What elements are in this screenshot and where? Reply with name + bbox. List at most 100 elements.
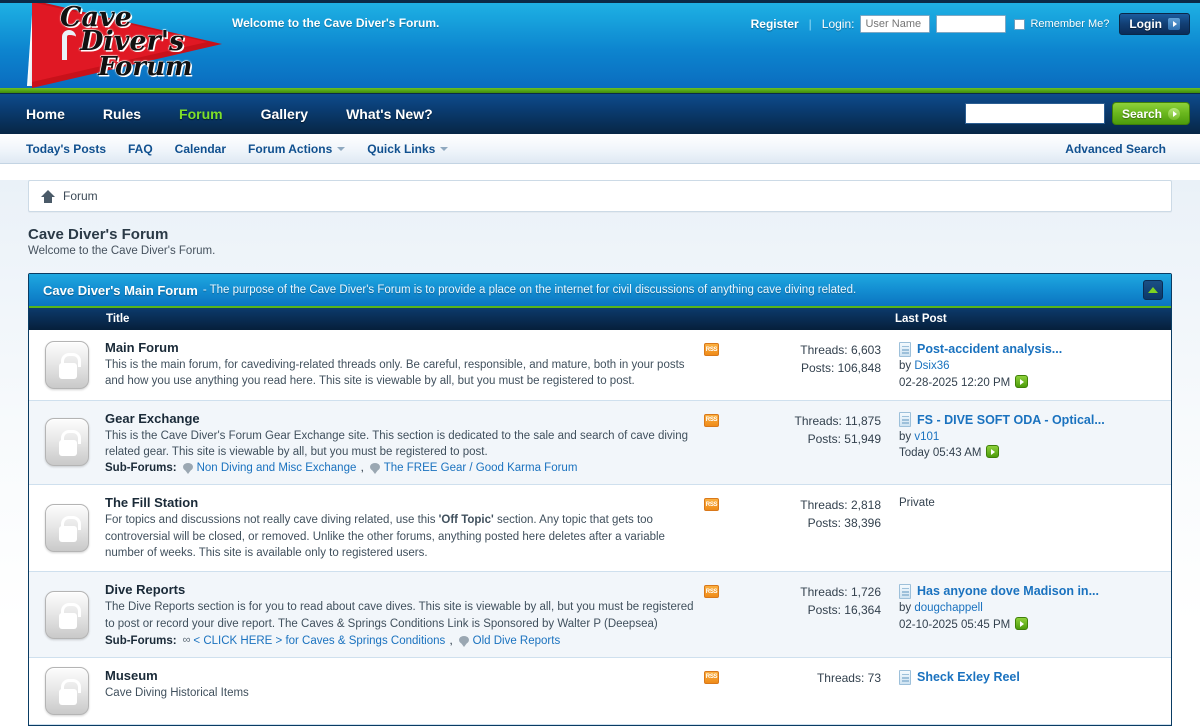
search-button[interactable]: Search — [1111, 102, 1190, 125]
subnav-item-calendar: Calendar — [175, 142, 226, 156]
page-subtitle: Welcome to the Cave Diver's Forum. — [28, 245, 216, 257]
login-label: Login: — [821, 17, 855, 31]
rss-icon[interactable]: RSS — [704, 670, 719, 684]
forum-status-cell — [29, 401, 105, 485]
last-post-author-link[interactable]: Dsix36 — [914, 360, 949, 372]
forum-info-cell: Museum Cave Diving Historical Items — [105, 658, 704, 724]
advanced-search-link[interactable]: Advanced Search — [1065, 142, 1166, 156]
post-count: Posts: 51,949 — [807, 431, 881, 446]
post-count: Posts: 106,848 — [800, 361, 881, 375]
welcome-message: Welcome to the Cave Diver's Forum. — [232, 16, 440, 30]
last-post-cell: Private — [891, 485, 1171, 571]
subnav-item-quick-links: Quick Links — [367, 141, 449, 156]
go-to-last-post-icon[interactable] — [1015, 617, 1029, 631]
last-post-date-row: 02-28-2025 12:20 PM — [899, 374, 1163, 392]
nav-item-rules[interactable]: Rules — [103, 106, 141, 122]
document-icon — [899, 669, 911, 685]
subforum-link[interactable]: < CLICK HERE > for Caves & Springs Condi… — [193, 635, 445, 647]
nav-item-forum[interactable]: Forum — [179, 106, 223, 122]
last-post-date: 02-28-2025 12:20 PM — [899, 376, 1011, 389]
forum-title-link[interactable]: Dive Reports — [105, 582, 694, 597]
subforum-list: Sub-Forums: Non Diving and Misc Exchange … — [105, 462, 578, 475]
thread-count: Threads: 2,818 — [800, 498, 881, 513]
arrow-right-icon — [1168, 18, 1180, 30]
logo-flag-shape-inner — [32, 3, 207, 82]
last-post-title-link[interactable]: Sheck Exley Reel — [917, 668, 1020, 686]
subforum-link[interactable]: Old Dive Reports — [473, 635, 561, 647]
lock-icon — [45, 340, 89, 389]
rss-icon[interactable]: RSS — [704, 585, 719, 599]
thread-count: Threads: 11,875 — [794, 413, 881, 428]
last-post-author-link[interactable]: dougchappell — [914, 602, 982, 614]
thread-count: Threads: 1,726 — [800, 585, 881, 600]
register-link[interactable]: Register — [751, 17, 799, 31]
forum-title-link[interactable]: Gear Exchange — [105, 411, 694, 426]
go-to-last-post-icon[interactable] — [986, 445, 1000, 459]
forum-info-cell: Gear Exchange This is the Cave Diver's Fo… — [105, 401, 704, 485]
last-post-date-row: Today 05:43 AM — [899, 445, 1163, 462]
post-count: Posts: 16,364 — [807, 603, 881, 618]
forum-description: This is the main forum, for cavediving-r… — [105, 359, 685, 388]
login-button-label: Login — [1129, 17, 1162, 31]
speech-bubble-icon — [369, 463, 380, 475]
last-post-by-label: by — [899, 360, 915, 373]
forum-info-cell: The Fill Station For topics and discussio… — [105, 485, 704, 571]
forum-status-cell — [29, 330, 105, 400]
forum-stats-cell: Threads: 2,818 Posts: 38,396 — [746, 485, 891, 571]
last-post-title-link[interactable]: Post-accident analysis... — [917, 340, 1062, 358]
lock-icon — [45, 666, 89, 715]
forum-stats-cell: Threads: 11,875 Posts: 51,949 — [746, 401, 891, 485]
forum-title-link[interactable]: Museum — [105, 668, 694, 683]
document-icon — [899, 583, 911, 599]
search-area: Search — [964, 102, 1190, 125]
page-body: Forum Cave Diver's Forum Welcome to the … — [0, 180, 1200, 726]
collapse-category-button[interactable] — [1143, 280, 1163, 300]
nav-item-gallery[interactable]: Gallery — [261, 106, 308, 122]
last-post-title-link[interactable]: FS - DIVE SOFT ODA - Optical... — [917, 411, 1105, 429]
forum-stats-cell: Threads: 73 — [746, 658, 891, 724]
lock-icon — [45, 590, 89, 639]
secondary-navigation: Today's Posts FAQ Calendar Forum Actions… — [0, 134, 1200, 164]
forum-stats-cell: Threads: 6,603 Posts: 106,848 — [746, 330, 891, 400]
rss-cell: RSS — [704, 401, 746, 485]
forum-row: Dive Reports The Dive Reports section is … — [29, 572, 1171, 658]
last-post-date: Today 05:43 AM — [899, 447, 982, 460]
search-input[interactable] — [964, 103, 1105, 124]
breadcrumb-item-forum[interactable]: Forum — [63, 189, 98, 203]
subnav-label-forum-actions: Forum Actions — [248, 141, 333, 156]
subnav-label-todays-posts: Today's Posts — [26, 141, 106, 156]
password-input[interactable] — [936, 15, 1007, 33]
forum-title-link[interactable]: Main Forum — [105, 340, 694, 355]
last-post-author-link[interactable]: v101 — [914, 431, 939, 443]
login-button[interactable]: Login — [1119, 13, 1190, 35]
go-to-last-post-icon[interactable] — [1015, 374, 1029, 388]
nav-item-whats-new[interactable]: What's New? — [346, 106, 433, 122]
forum-row: Museum Cave Diving Historical Items RSS Thr… — [29, 657, 1171, 725]
rss-icon[interactable]: RSS — [704, 498, 719, 512]
main-navigation: Home Rules Forum Gallery What's New? Sea… — [0, 94, 1200, 134]
forum-row: The Fill Station For topics and discussio… — [29, 485, 1171, 573]
nav-item-home[interactable]: Home — [26, 106, 65, 122]
rss-icon[interactable]: RSS — [704, 343, 719, 356]
forum-title-link[interactable]: The Fill Station — [105, 495, 694, 510]
subnav-label-quick-links: Quick Links — [367, 141, 436, 156]
last-post-date: 02-10-2025 05:45 PM — [899, 619, 1011, 632]
subforum-list-label: Sub-Forums: — [105, 634, 177, 647]
username-input[interactable] — [860, 15, 931, 33]
subforum-link[interactable]: The FREE Gear / Good Karma Forum — [384, 462, 578, 474]
last-post-author-row: by Dsix36 — [899, 358, 1163, 375]
rss-cell: RSS — [704, 330, 746, 400]
login-separator: | — [808, 17, 812, 31]
lock-icon — [45, 418, 89, 467]
last-post-title-link[interactable]: Has anyone dove Madison in... — [917, 582, 1099, 600]
site-logo[interactable]: Cave Diver's Forum — [18, 3, 222, 88]
remember-me-checkbox[interactable] — [1014, 18, 1026, 30]
last-post-cell: Post-accident analysis... by Dsix36 02-28-… — [891, 330, 1171, 400]
category-header: Cave Diver's Main Forum - The purpose of… — [29, 274, 1171, 308]
home-icon[interactable] — [41, 189, 55, 203]
subforum-link[interactable]: Non Diving and Misc Exchange — [197, 462, 357, 474]
private-forum-label: Private — [899, 497, 935, 510]
speech-bubble-icon — [182, 463, 193, 475]
rss-icon[interactable]: RSS — [704, 413, 719, 427]
forum-description-emphasis: 'Off Topic' — [438, 514, 494, 527]
